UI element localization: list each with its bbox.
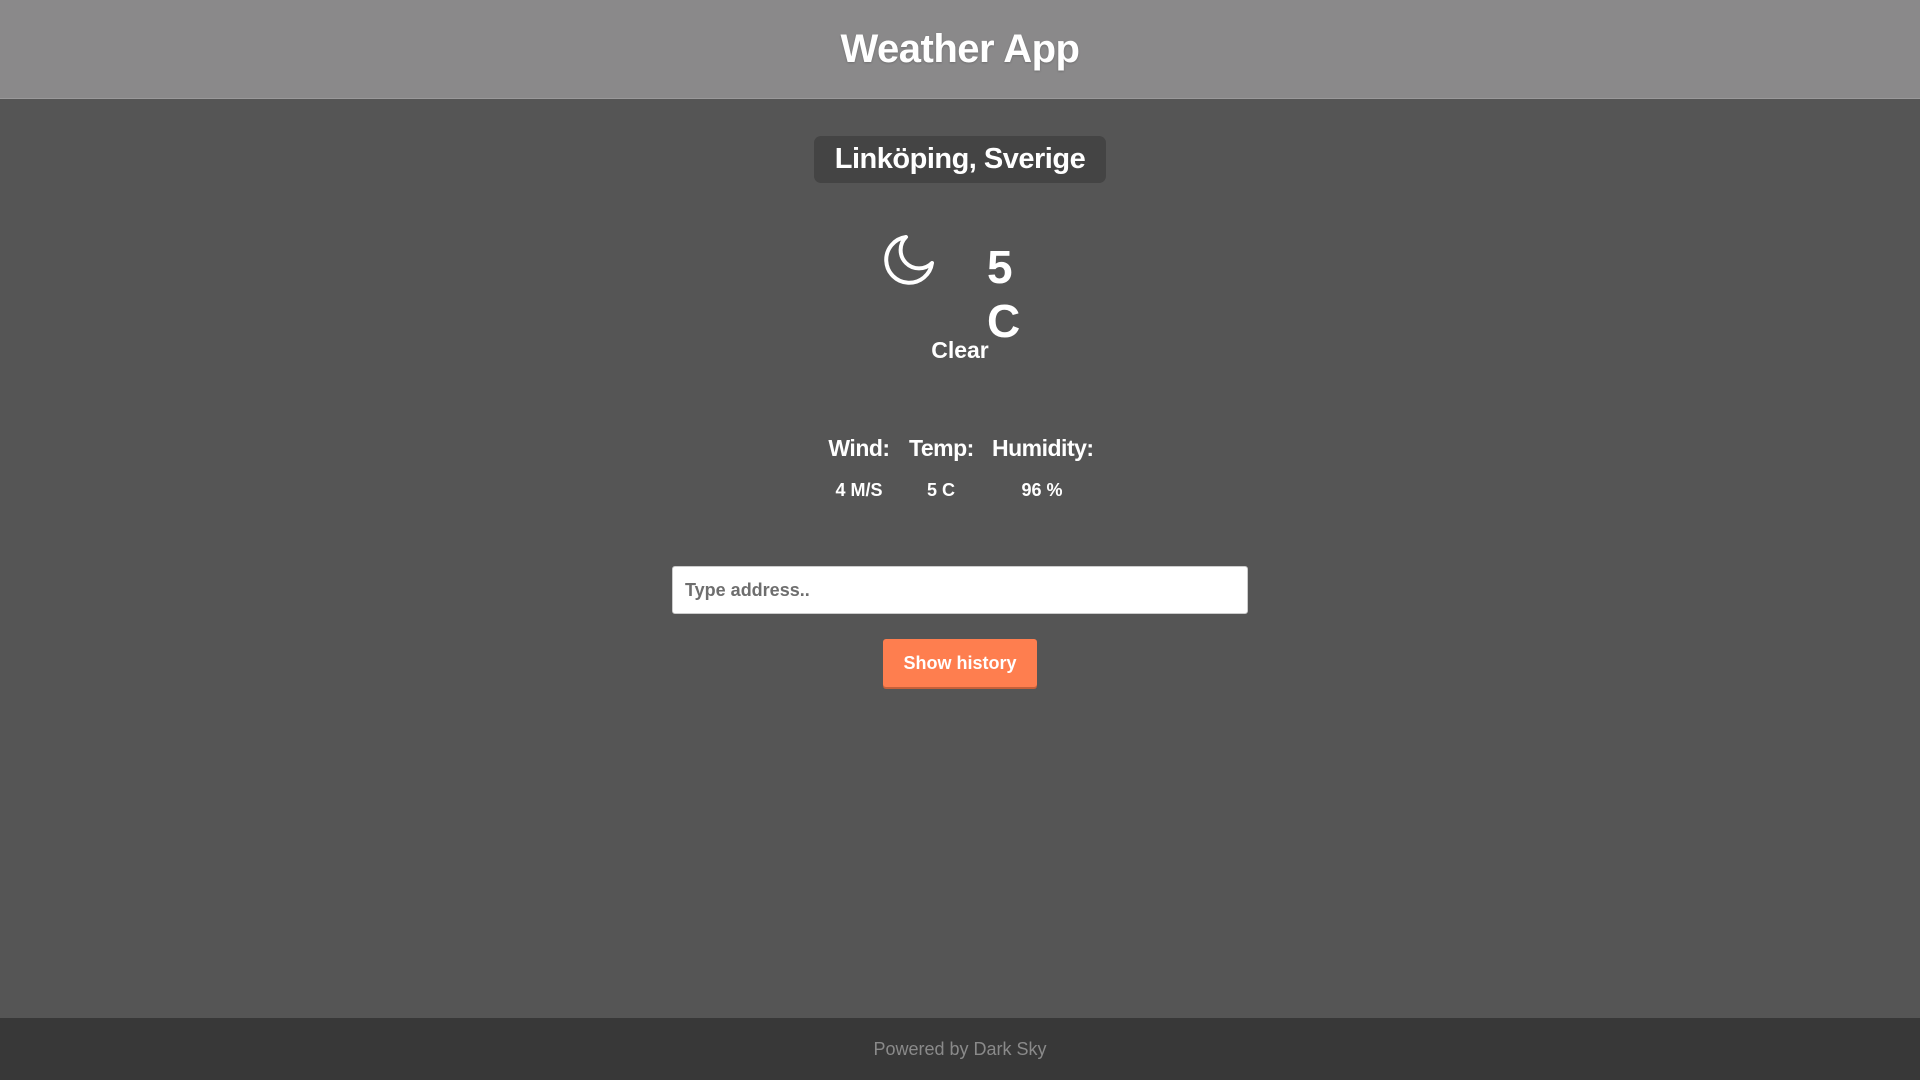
stat-label: Temp: bbox=[909, 435, 974, 461]
current-weather: 5 C bbox=[880, 233, 1060, 347]
main-content: Linköping, Sverige 5 C Clear Wind: 4 M/S… bbox=[0, 99, 1920, 1018]
show-history-button[interactable]: Show history bbox=[883, 639, 1037, 687]
location-badge: Linköping, Sverige bbox=[814, 136, 1106, 183]
weather-stats: Wind: 4 M/S Temp: 5 C Humidity: 96 % bbox=[0, 435, 1920, 515]
stat-humidity: Humidity: 96 % bbox=[992, 435, 1094, 501]
stat-temp: Temp: 5 C bbox=[909, 435, 974, 501]
stat-wind: Wind: 4 M/S bbox=[828, 435, 890, 501]
location-name: Linköping, Sverige bbox=[834, 143, 1086, 175]
app-footer: Powered by Dark Sky bbox=[0, 1018, 1920, 1080]
stat-value: 96 % bbox=[1021, 480, 1063, 500]
address-input[interactable] bbox=[672, 566, 1248, 614]
stat-label: Wind: bbox=[828, 435, 890, 461]
app-header: Weather App bbox=[0, 0, 1920, 99]
stat-label: Humidity: bbox=[992, 435, 1094, 461]
stat-value: 4 M/S bbox=[835, 480, 883, 500]
moon-icon bbox=[884, 235, 934, 285]
stat-value: 5 C bbox=[926, 480, 955, 500]
app-title: Weather App bbox=[840, 26, 1080, 71]
footer-credit: Powered by Dark Sky bbox=[873, 1038, 1047, 1059]
current-temperature: 5 C bbox=[987, 241, 1023, 347]
weather-summary: Clear bbox=[931, 337, 989, 363]
